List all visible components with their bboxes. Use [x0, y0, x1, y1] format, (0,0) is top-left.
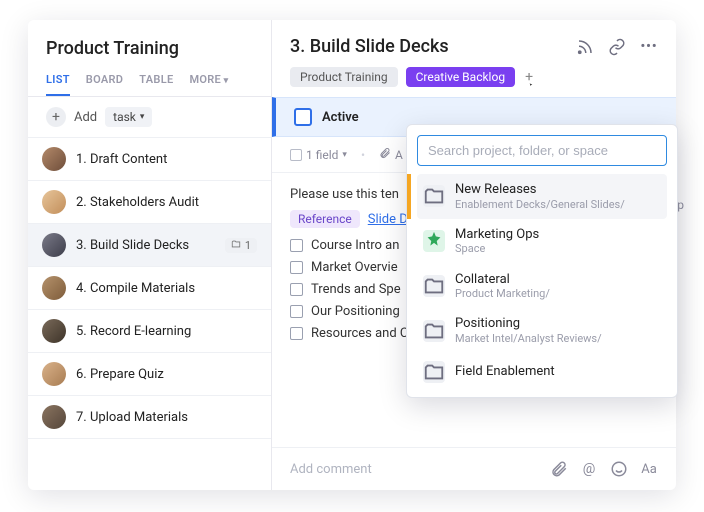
task-label: 2. Stakeholders Audit	[76, 195, 257, 210]
space-icon	[423, 230, 445, 252]
popover-item-title: Positioning	[455, 316, 602, 332]
avatar	[42, 405, 66, 429]
add-task-row[interactable]: + Add task ▾	[28, 97, 271, 138]
popover-item-marketing-ops[interactable]: Marketing Ops Space	[417, 219, 667, 264]
search-input[interactable]	[417, 135, 667, 166]
checkbox-icon[interactable]	[290, 327, 303, 340]
folder-icon	[423, 185, 445, 207]
avatar	[42, 276, 66, 300]
add-tag-button[interactable]: +	[523, 69, 533, 85]
popover-item-new-releases[interactable]: New Releases Enablement Decks/General Sl…	[417, 174, 667, 219]
tag-product-training[interactable]: Product Training	[290, 67, 398, 87]
add-label: Add	[74, 110, 97, 125]
checkbox-icon[interactable]	[290, 261, 303, 274]
task-label: 7. Upload Materials	[76, 410, 257, 425]
comment-placeholder[interactable]: Add comment	[290, 462, 372, 477]
task-row[interactable]: 5. Record E-learning	[28, 310, 271, 353]
task-row[interactable]: 2. Stakeholders Audit	[28, 181, 271, 224]
task-row[interactable]: 1. Draft Content	[28, 138, 271, 181]
add-task-pill[interactable]: task ▾	[105, 107, 152, 127]
attachments-meta[interactable]: A	[379, 147, 403, 162]
reference-link[interactable]: Slide D	[368, 212, 408, 227]
cursor-icon	[529, 75, 533, 91]
avatar	[42, 147, 66, 171]
task-label: 3. Build Slide Decks	[76, 238, 215, 253]
popover-item-subtitle: Enablement Decks/General Slides/	[455, 198, 625, 211]
status-label: Active	[322, 110, 359, 125]
sidebar-tabs: LIST BOARD TABLE MORE	[28, 67, 271, 97]
folder-icon	[423, 275, 445, 297]
popover-item-title: Marketing Ops	[455, 227, 539, 243]
chevron-down-icon: ▾	[342, 150, 347, 160]
task-row[interactable]: 4. Compile Materials	[28, 267, 271, 310]
popover-item-title: Collateral	[455, 272, 550, 288]
mention-icon[interactable]: @	[580, 460, 598, 478]
popover-item-title: Field Enablement	[455, 364, 555, 380]
task-label: 6. Prepare Quiz	[76, 367, 257, 382]
project-picker-popover: New Releases Enablement Decks/General Sl…	[406, 124, 678, 398]
chevron-down-icon: ▾	[140, 112, 145, 122]
popover-item-subtitle: Market Intel/Analyst Reviews/	[455, 332, 602, 345]
popover-item-field-enablement[interactable]: Field Enablement	[417, 353, 667, 391]
task-label: 4. Compile Materials	[76, 281, 257, 296]
avatar	[42, 362, 66, 386]
main-actions: •••	[576, 38, 658, 56]
tab-more[interactable]: MORE	[189, 73, 228, 96]
comment-icons: @ Aa	[550, 460, 658, 478]
folder-icon	[231, 239, 241, 252]
task-list: 1. Draft Content 2. Stakeholders Audit 3…	[28, 138, 271, 490]
task-label: 5. Record E-learning	[76, 324, 257, 339]
folder-badge: 1	[225, 238, 257, 253]
comment-bar[interactable]: Add comment @ Aa	[272, 447, 676, 490]
popover-item-positioning[interactable]: Positioning Market Intel/Analyst Reviews…	[417, 308, 667, 353]
tags-row: Product Training Creative Backlog +	[272, 63, 676, 97]
tab-list[interactable]: LIST	[46, 73, 70, 96]
formatting-icon[interactable]: Aa	[640, 460, 658, 478]
checkbox-icon[interactable]	[290, 283, 303, 296]
fields-meta[interactable]: 1 field ▾	[290, 148, 347, 162]
task-row[interactable]: 3. Build Slide Decks 1	[28, 224, 271, 267]
folder-icon	[423, 361, 445, 383]
avatar	[42, 319, 66, 343]
tab-board[interactable]: BOARD	[86, 73, 123, 96]
sidebar: Product Training LIST BOARD TABLE MORE +…	[28, 20, 272, 490]
popover-item-subtitle: Product Marketing/	[455, 287, 550, 300]
popover-item-subtitle: Space	[455, 242, 539, 255]
attachment-icon[interactable]	[550, 460, 568, 478]
task-row[interactable]: 7. Upload Materials	[28, 396, 271, 439]
popover-item-collateral[interactable]: Collateral Product Marketing/	[417, 264, 667, 309]
field-icon	[290, 149, 302, 161]
tag-creative-backlog[interactable]: Creative Backlog	[406, 67, 515, 87]
status-checkbox[interactable]	[294, 108, 312, 126]
main-header: 3. Build Slide Decks •••	[272, 20, 676, 63]
task-label: 1. Draft Content	[76, 152, 257, 167]
reference-tag[interactable]: Reference	[290, 210, 360, 228]
link-icon[interactable]	[608, 38, 626, 56]
task-row[interactable]: 6. Prepare Quiz	[28, 353, 271, 396]
folder-icon	[423, 320, 445, 342]
more-icon[interactable]: •••	[640, 38, 658, 56]
popover-item-title: New Releases	[455, 182, 625, 198]
emoji-icon[interactable]	[610, 460, 628, 478]
avatar	[42, 233, 66, 257]
app-window: Product Training LIST BOARD TABLE MORE +…	[28, 20, 676, 490]
sidebar-title: Product Training	[28, 20, 271, 67]
checkbox-icon[interactable]	[290, 239, 303, 252]
tab-table[interactable]: TABLE	[139, 73, 173, 96]
popover-list: New Releases Enablement Decks/General Sl…	[417, 174, 667, 391]
rss-icon[interactable]	[576, 38, 594, 56]
avatar	[42, 190, 66, 214]
page-title: 3. Build Slide Decks	[290, 36, 449, 57]
attachment-icon	[379, 147, 391, 162]
plus-icon: +	[46, 107, 66, 127]
checkbox-icon[interactable]	[290, 305, 303, 318]
